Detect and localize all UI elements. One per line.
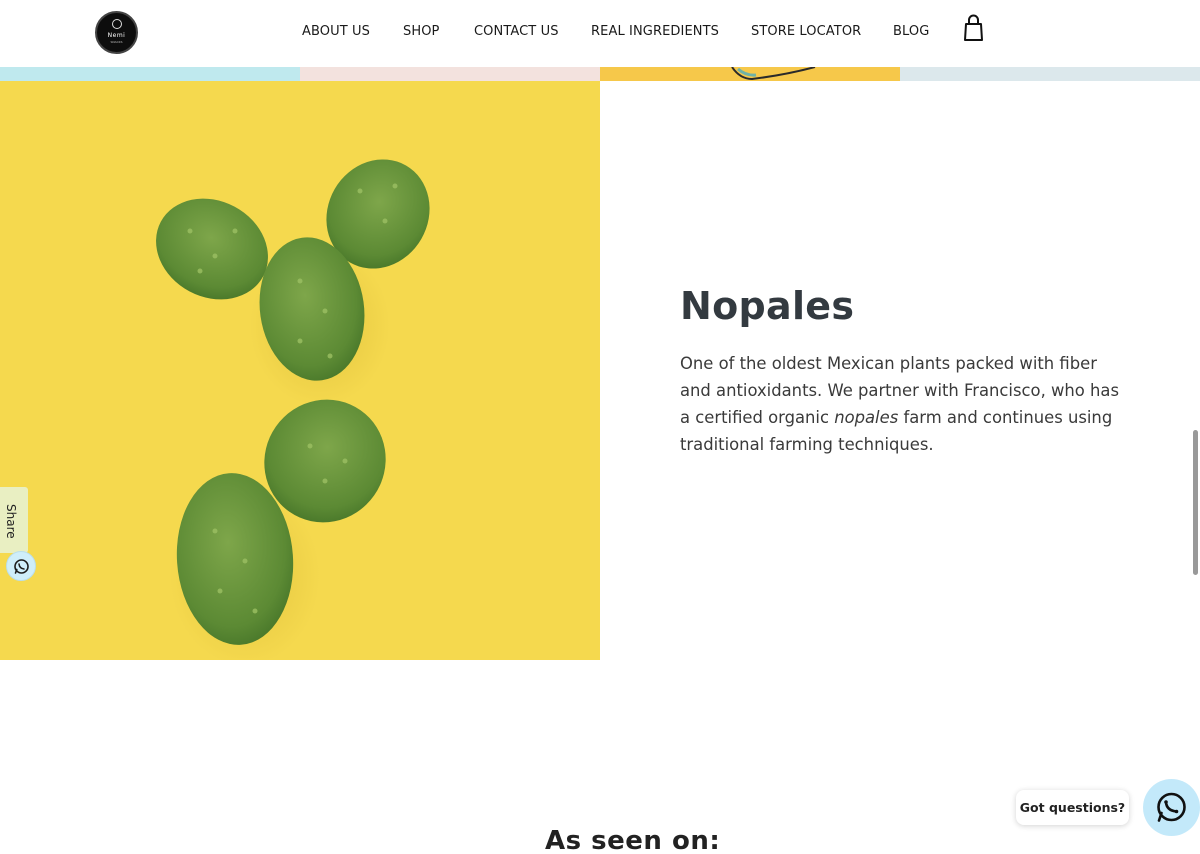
nav-store-locator[interactable]: STORE LOCATOR <box>751 24 861 39</box>
site-header: Nemi SNACKS ABOUT US SHOP CONTACT US REA… <box>0 0 1200 67</box>
banner-strip-cyan <box>0 67 300 81</box>
press-heading: As seen on: <box>545 826 721 854</box>
chat-prompt-bubble[interactable]: Got questions? <box>1016 790 1129 825</box>
nav-shop[interactable]: SHOP <box>403 24 440 39</box>
page-scrollbar[interactable] <box>1193 430 1198 575</box>
banner-strip-pink <box>300 67 600 81</box>
ingredient-title: Nopales <box>680 284 855 328</box>
banner-strip-grey <box>900 67 1200 81</box>
nav-real-ingredients[interactable]: REAL INGREDIENTS <box>591 24 719 39</box>
share-label: Share <box>4 504 18 539</box>
decorative-plant-graphic <box>731 67 816 81</box>
whatsapp-icon <box>1157 792 1186 822</box>
nopales-photo <box>0 81 600 660</box>
nav-blog[interactable]: BLOG <box>893 24 929 39</box>
ingredient-description: One of the oldest Mexican plants packed … <box>680 350 1120 458</box>
logo-emblem <box>112 19 122 29</box>
cactus-paddles-illustration <box>156 159 430 660</box>
banner-strip-yellow <box>600 67 900 81</box>
nav-contact-us[interactable]: CONTACT US <box>474 24 559 39</box>
brand-logo[interactable]: Nemi SNACKS <box>95 11 138 54</box>
share-whatsapp-button[interactable] <box>6 551 36 581</box>
share-tab[interactable]: Share <box>0 487 28 553</box>
logo-subtext: SNACKS <box>110 40 123 44</box>
description-emphasis: nopales <box>834 408 899 427</box>
shopping-bag-icon[interactable] <box>963 14 984 42</box>
logo-text: Nemi <box>107 32 126 39</box>
whatsapp-icon <box>14 559 29 574</box>
nav-about-us[interactable]: ABOUT US <box>302 24 370 39</box>
whatsapp-chat-button[interactable] <box>1143 779 1200 836</box>
